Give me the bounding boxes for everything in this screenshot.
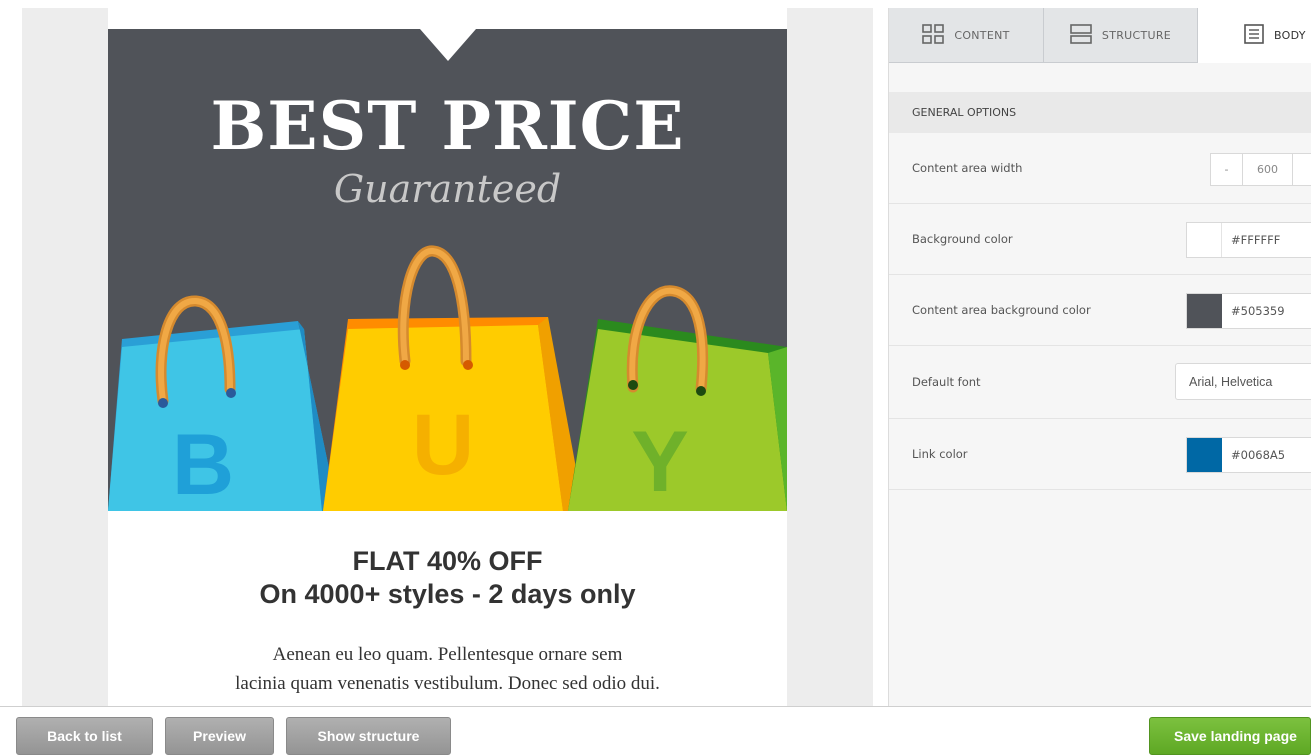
save-landing-page-button[interactable]: Save landing page <box>1149 717 1311 755</box>
row-link-color: Link color #0068A5 <box>889 419 1311 490</box>
bag-letter-y: Y <box>631 414 688 510</box>
tab-structure-label: STRUCTURE <box>1101 28 1172 42</box>
background-color-value[interactable]: #FFFFFF <box>1222 223 1280 257</box>
default-font-select[interactable]: Arial, Helvetica <box>1175 363 1311 400</box>
row-default-font: Default font Arial, Helvetica <box>889 346 1311 419</box>
content-area-width-label: Content area width <box>912 161 1023 175</box>
preview-button[interactable]: Preview <box>165 717 274 755</box>
document-icon <box>1244 24 1264 47</box>
background-color-label: Background color <box>912 232 1013 246</box>
offer-heading[interactable]: FLAT 40% OFF On 4000+ styles - 2 days on… <box>108 545 787 611</box>
bag-letter-b: B <box>172 417 234 511</box>
width-decrement-button[interactable]: - <box>1211 154 1243 185</box>
row-content-area-background-color: Content area background color #505359 <box>889 275 1311 346</box>
link-color-value[interactable]: #0068A5 <box>1222 438 1285 472</box>
tab-structure[interactable]: STRUCTURE <box>1044 8 1198 63</box>
offer-title-line1: FLAT 40% OFF <box>352 546 543 576</box>
content-area-background-color-picker[interactable]: #505359 <box>1186 293 1311 329</box>
canvas-gutter-left <box>22 8 108 706</box>
tab-body[interactable]: BODY <box>1198 8 1311 63</box>
content-area-width-stepper[interactable]: - 600 <box>1210 153 1311 186</box>
link-color-swatch[interactable] <box>1187 438 1222 472</box>
rows-icon <box>1070 23 1092 47</box>
hero-title: BEST PRICE <box>210 87 685 165</box>
content-area-background-color-value[interactable]: #505359 <box>1222 294 1285 328</box>
green-bag: Y <box>568 285 787 511</box>
panel-tabs: CONTENT STRUCTURE BODY <box>889 8 1311 63</box>
general-options-heading[interactable]: GENERAL OPTIONS <box>889 92 1311 133</box>
bag-letter-u: U <box>412 397 474 493</box>
link-color-label: Link color <box>912 447 968 461</box>
row-content-area-width: Content area width - 600 <box>889 133 1311 204</box>
content-area-background-color-swatch[interactable] <box>1187 294 1222 328</box>
default-font-label: Default font <box>912 375 981 389</box>
blue-bag: B <box>108 295 338 511</box>
show-structure-button[interactable]: Show structure <box>286 717 451 755</box>
shopping-bags-illustration: B U Y <box>108 245 787 511</box>
email-canvas: BEST PRICE Guaranteed B U Y FLAT 40% OFF… <box>0 0 873 706</box>
tab-content-label: CONTENT <box>954 28 1010 42</box>
offer-body-line2: lacinia quam venenatis vestibulum. Donec… <box>235 673 660 694</box>
row-background-color: Background color #FFFFFF <box>889 204 1311 275</box>
offer-title-line2: On 4000+ styles - 2 days only <box>259 579 636 609</box>
tab-body-label: BODY <box>1274 29 1306 42</box>
background-color-swatch[interactable] <box>1187 223 1222 257</box>
back-to-list-button[interactable]: Back to list <box>16 717 153 755</box>
width-increment-button[interactable] <box>1293 154 1311 185</box>
bottom-toolbar: Back to list Preview Show structure Save… <box>0 706 1311 756</box>
content-area-background-color-label: Content area background color <box>912 303 1091 317</box>
hero-banner[interactable]: BEST PRICE Guaranteed B U Y <box>108 29 787 511</box>
tab-content[interactable]: CONTENT <box>889 8 1044 63</box>
settings-panel: CONTENT STRUCTURE BODY GENERAL OPTIONS C… <box>888 8 1311 706</box>
offer-body-text[interactable]: Aenean eu leo quam. Pellentesque ornare … <box>160 640 735 698</box>
offer-body-line1: Aenean eu leo quam. Pellentesque ornare … <box>272 644 623 665</box>
grid-icon <box>922 23 945 47</box>
yellow-bag: U <box>323 245 584 511</box>
hero-subtitle: Guaranteed <box>333 167 562 211</box>
hero-notch <box>420 29 476 61</box>
canvas-gutter-right <box>787 8 873 706</box>
link-color-picker[interactable]: #0068A5 <box>1186 437 1311 473</box>
background-color-picker[interactable]: #FFFFFF <box>1186 222 1311 258</box>
width-value[interactable]: 600 <box>1243 154 1293 185</box>
